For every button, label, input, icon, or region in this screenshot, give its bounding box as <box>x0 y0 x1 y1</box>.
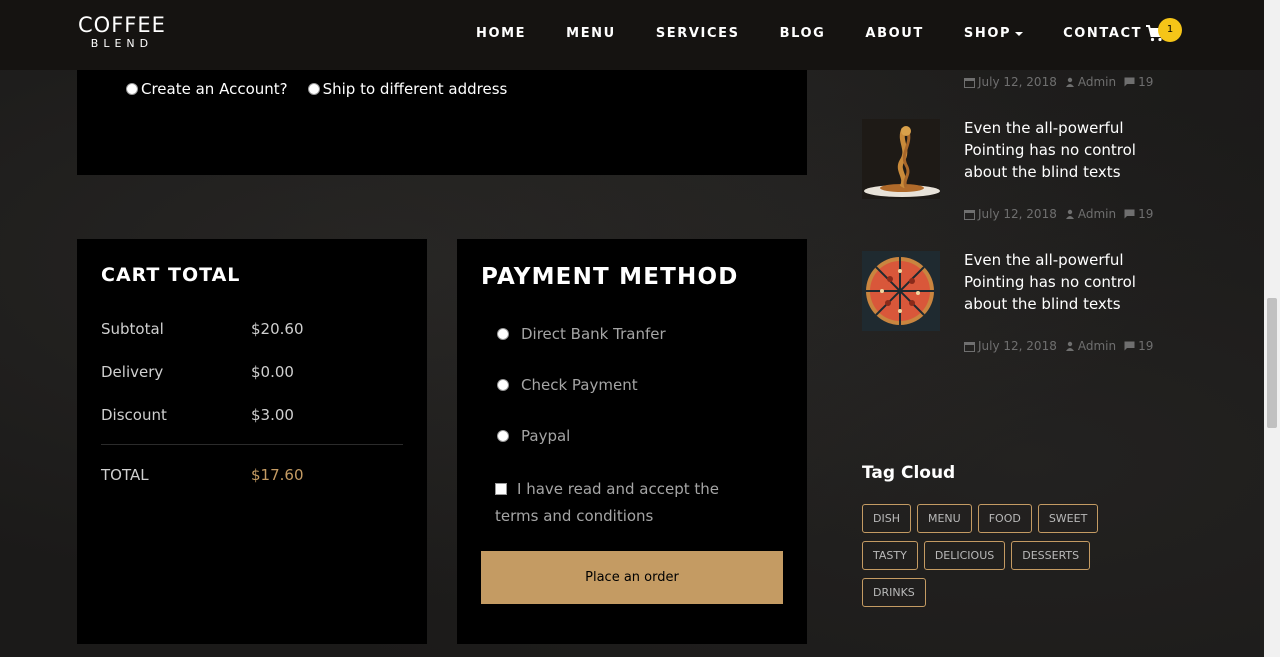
ship-different-option[interactable]: Ship to different address <box>307 80 508 98</box>
delivery-value: $0.00 <box>251 363 294 381</box>
post-comments[interactable]: 19 <box>1138 75 1153 89</box>
cart-total-title: CART TOTAL <box>101 264 241 286</box>
terms-label: I have read and accept the terms and con… <box>495 480 720 525</box>
post-title-1[interactable]: Even the all-powerful Pointing has no co… <box>964 117 1154 183</box>
post-title-2[interactable]: Even the all-powerful Pointing has no co… <box>964 249 1154 315</box>
brand-line-1: COFFEE <box>78 13 166 37</box>
total-value: $17.60 <box>251 466 304 484</box>
divider <box>101 444 403 445</box>
pizza-image <box>862 251 940 331</box>
post-thumbnail-pasta[interactable] <box>862 119 940 199</box>
page-scrollbar[interactable] <box>1264 0 1280 657</box>
comment-icon <box>1124 77 1135 87</box>
check-payment-radio[interactable] <box>497 379 509 391</box>
post-author[interactable]: Admin <box>1078 339 1116 353</box>
post-thumbnail-pizza[interactable] <box>862 251 940 331</box>
navbar: COFFEE BLEND HOME MENU SERVICES BLOG ABO… <box>0 0 1264 70</box>
post-meta-1: July 12, 2018 Admin 19 <box>964 207 1161 221</box>
total-row: TOTAL $17.60 <box>101 466 304 484</box>
tag-cloud-title: Tag Cloud <box>862 463 956 483</box>
brand-logo[interactable]: COFFEE BLEND <box>78 13 166 50</box>
create-account-radio[interactable] <box>126 83 138 95</box>
tag-delicious[interactable]: DELICIOUS <box>923 541 1006 570</box>
tag-menu[interactable]: MENU <box>916 504 972 533</box>
payment-option-paypal[interactable]: Paypal <box>497 427 570 445</box>
subtotal-value: $20.60 <box>251 320 304 338</box>
bank-transfer-label: Direct Bank Tranfer <box>521 325 666 343</box>
nav-services[interactable]: SERVICES <box>656 26 740 41</box>
comment-icon <box>1124 209 1135 219</box>
comment-icon <box>1124 341 1135 351</box>
ship-different-radio[interactable] <box>307 83 320 95</box>
post-date[interactable]: July 12, 2018 <box>978 75 1057 89</box>
subtotal-label: Subtotal <box>101 320 164 338</box>
nav-blog[interactable]: BLOG <box>780 26 826 41</box>
nav-about[interactable]: ABOUT <box>865 26 923 41</box>
post-date[interactable]: July 12, 2018 <box>978 339 1057 353</box>
nav-home[interactable]: HOME <box>476 26 526 41</box>
main-nav: HOME MENU SERVICES BLOG ABOUT SHOP CONTA… <box>476 26 1182 41</box>
terms-option[interactable]: I have read and accept the terms and con… <box>495 476 765 530</box>
check-payment-label: Check Payment <box>521 376 638 394</box>
paypal-radio[interactable] <box>497 430 509 442</box>
post-comments[interactable]: 19 <box>1138 207 1153 221</box>
user-icon <box>1065 341 1075 351</box>
nav-menu[interactable]: MENU <box>566 26 616 41</box>
billing-options: Create an Account? Ship to different add… <box>126 80 527 98</box>
ship-different-label: Ship to different address <box>322 80 508 98</box>
terms-checkbox[interactable] <box>495 483 507 495</box>
scrollbar-thumb[interactable] <box>1267 298 1277 428</box>
total-label: TOTAL <box>101 466 149 484</box>
tag-dish[interactable]: DISH <box>862 504 911 533</box>
place-order-button[interactable]: Place an order <box>481 551 783 604</box>
discount-row: Discount $3.00 <box>101 406 294 424</box>
create-account-option[interactable]: Create an Account? <box>126 80 288 98</box>
cart-count-badge: 1 <box>1158 18 1182 42</box>
user-icon <box>1065 209 1075 219</box>
post-meta: July 12, 2018 Admin 19 <box>964 75 1161 89</box>
nav-shop-dropdown[interactable]: SHOP <box>963 26 1024 41</box>
calendar-icon <box>964 77 975 88</box>
tag-drinks[interactable]: DRINKS <box>862 578 926 607</box>
tag-food[interactable]: FOOD <box>977 504 1032 533</box>
post-comments[interactable]: 19 <box>1138 339 1153 353</box>
post-author[interactable]: Admin <box>1078 207 1116 221</box>
post-date[interactable]: July 12, 2018 <box>978 207 1057 221</box>
delivery-label: Delivery <box>101 363 164 381</box>
discount-label: Discount <box>101 406 167 424</box>
post-meta-2: July 12, 2018 Admin 19 <box>964 339 1161 353</box>
bank-transfer-radio[interactable] <box>497 328 509 340</box>
caret-down-icon <box>1015 31 1024 36</box>
payment-option-check[interactable]: Check Payment <box>497 376 638 394</box>
paypal-label: Paypal <box>521 427 571 445</box>
calendar-icon <box>964 209 975 220</box>
nav-contact[interactable]: CONTACT <box>1063 26 1142 41</box>
tag-tasty[interactable]: TASTY <box>862 541 918 570</box>
discount-value: $3.00 <box>251 406 294 424</box>
create-account-label: Create an Account? <box>141 80 288 98</box>
tag-cloud: DISH MENU FOOD SWEET TASTY DELICIOUS DESSERTS D… <box>862 504 1162 615</box>
delivery-row: Delivery $0.00 <box>101 363 294 381</box>
tag-desserts[interactable]: DESSERTS <box>1011 541 1091 570</box>
calendar-icon <box>964 341 975 352</box>
brand-line-2: BLEND <box>90 37 154 50</box>
user-icon <box>1065 77 1075 87</box>
payment-method-title: PAYMENT METHOD <box>481 264 739 290</box>
post-author[interactable]: Admin <box>1078 75 1116 89</box>
pasta-image <box>862 119 940 199</box>
tag-sweet[interactable]: SWEET <box>1037 504 1099 533</box>
payment-option-bank[interactable]: Direct Bank Tranfer <box>497 325 666 343</box>
nav-shop-label: SHOP <box>963 26 1012 41</box>
cart-total-panel: CART TOTAL Subtotal $20.60 Delivery $0.00 … <box>77 239 427 644</box>
subtotal-row: Subtotal $20.60 <box>101 320 304 338</box>
payment-method-panel: PAYMENT METHOD Direct Bank Tranfer Check… <box>457 239 807 644</box>
